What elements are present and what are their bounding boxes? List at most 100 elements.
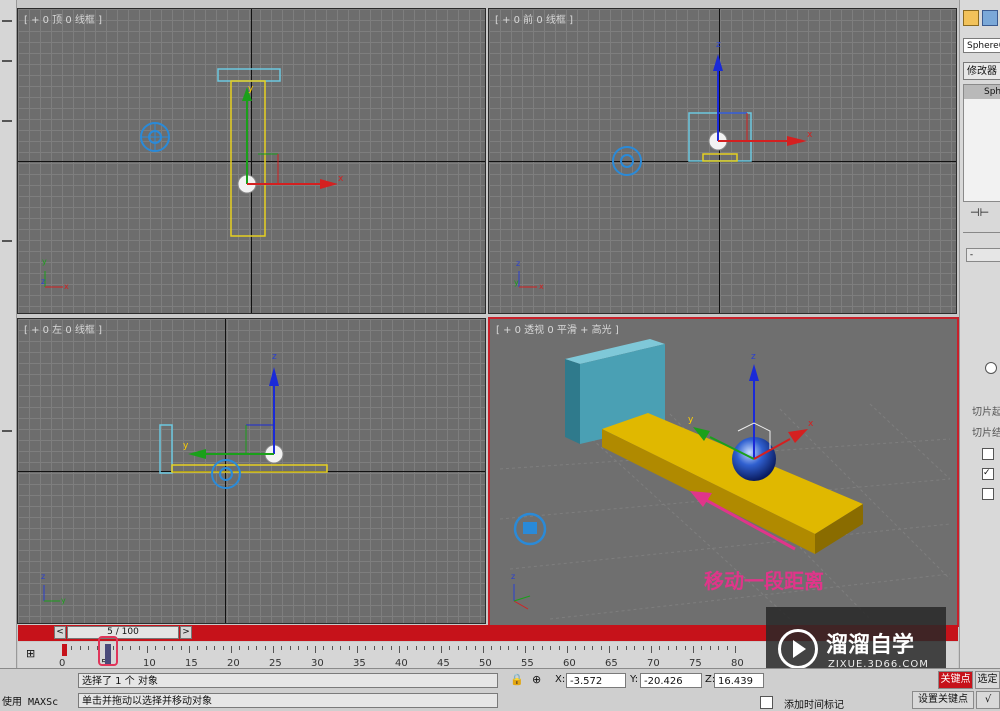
time-tag-icon[interactable] xyxy=(760,696,773,709)
toolbar-mark xyxy=(2,120,12,122)
add-time-tag[interactable]: 添加时间标记 xyxy=(784,696,844,711)
y-coordinate-field[interactable]: -20.426 xyxy=(640,673,702,688)
x-label: X: xyxy=(555,674,566,685)
timeline-tick xyxy=(634,646,636,650)
viewport-perspective[interactable]: [ + 0 透视 0 平滑 + 高光 ] z y x z 移动一段距离 xyxy=(488,317,959,627)
svg-text:z: z xyxy=(516,259,520,268)
pin-stack-icon[interactable]: ⊣⊢ xyxy=(970,206,989,219)
timeline-tick xyxy=(189,646,190,653)
rollout-header[interactable]: - xyxy=(966,248,1000,262)
curve-editor-icon[interactable]: ⊞ xyxy=(26,647,44,661)
timeline-tick xyxy=(172,646,174,650)
modify-tab-icon[interactable] xyxy=(982,10,998,26)
svg-text:z: z xyxy=(511,572,515,581)
z-coordinate-field[interactable]: 16.439 xyxy=(714,673,764,688)
timeline-tick xyxy=(474,646,476,650)
annotation-text: 移动一段距离 xyxy=(704,569,824,593)
status-bar: 使用 MAXSc 选择了 1 个 对象 单击并拖动以选择并移动对象 🔒 ⊕ X:… xyxy=(0,668,1000,711)
timeline-tick xyxy=(214,646,216,650)
slice-from-label: 切片起 xyxy=(972,407,1000,418)
timeline-tick xyxy=(298,646,300,650)
modifier-list-dropdown[interactable]: 修改器 xyxy=(963,62,1000,80)
svg-text:z: z xyxy=(272,352,277,362)
selected-dropdown[interactable]: 选定 xyxy=(975,671,1000,689)
checkbox[interactable] xyxy=(982,488,994,500)
auto-key-button[interactable]: 关键点 xyxy=(938,671,973,689)
set-key-button[interactable]: 设置关键点 xyxy=(912,691,974,709)
viewport-left[interactable]: [ + 0 左 0 线框 ] z y z y xyxy=(17,318,486,624)
svg-text:y: y xyxy=(688,415,694,425)
timeline-tick xyxy=(357,646,358,653)
timeline-tick xyxy=(155,646,157,650)
timeline-tick xyxy=(256,646,258,650)
timeline-tick xyxy=(71,646,73,650)
timeline-tick xyxy=(79,646,81,650)
lock-selection-icon[interactable]: 🔒 xyxy=(510,673,524,686)
modifier-stack[interactable]: Sph xyxy=(963,84,1000,202)
timeline-tick xyxy=(407,646,409,650)
viewport-top[interactable]: [ + 0 顶 0 线框 ] y x y x z xyxy=(17,8,486,314)
slice-to-label: 切片结 xyxy=(972,428,1000,439)
timeline-tick xyxy=(592,646,594,650)
timeline-tick xyxy=(88,646,90,650)
timeline-tick xyxy=(735,646,736,653)
front-view-scene: z x z x y xyxy=(514,40,813,291)
timeline-tick xyxy=(449,646,451,650)
timeline-tick xyxy=(239,646,241,650)
y-label: Y: xyxy=(630,674,639,685)
left-view-scene: z y z y xyxy=(41,352,328,605)
selection-status: 选择了 1 个 对象 xyxy=(78,673,498,688)
key-filters-icon[interactable]: √ xyxy=(976,691,1000,709)
timeline-tick xyxy=(541,646,543,650)
timeline-tick xyxy=(222,646,224,650)
radio-button[interactable] xyxy=(985,362,997,374)
time-slider-thumb[interactable]: 5 / 100 xyxy=(67,626,179,639)
timeline-tick xyxy=(701,646,703,650)
absolute-mode-icon[interactable]: ⊕ xyxy=(532,673,541,686)
timeline-tick xyxy=(558,646,560,650)
timeline-tick xyxy=(273,646,274,653)
timeline-tick xyxy=(667,646,669,650)
timeline-tick xyxy=(718,646,720,650)
timeline-tick xyxy=(424,646,426,650)
timeline-tick xyxy=(651,646,652,653)
timeline-tick xyxy=(491,646,493,650)
timeline-tick xyxy=(306,646,308,650)
timeline-tick xyxy=(121,646,123,650)
timeline-tick xyxy=(525,646,526,653)
timeline-tick xyxy=(499,646,501,650)
left-toolbar-strip xyxy=(0,0,17,668)
object-name-field[interactable]: Sphere0 xyxy=(963,38,1000,53)
svg-text:y: y xyxy=(42,257,47,266)
next-frame-button[interactable]: > xyxy=(180,626,192,639)
timeline-tick xyxy=(508,646,510,650)
create-tab-icon[interactable] xyxy=(963,10,979,26)
checkbox[interactable] xyxy=(982,448,994,460)
maxscript-listener[interactable]: 使用 MAXSc xyxy=(2,693,58,708)
prompt-line: 单击并拖动以选择并移动对象 xyxy=(78,693,498,708)
viewport-front[interactable]: [ + 0 前 0 线框 ] z x z x y xyxy=(488,8,957,314)
timeline-tick xyxy=(684,646,686,650)
timeline-tick xyxy=(432,646,434,650)
svg-text:x: x xyxy=(338,174,344,184)
timeline-tick xyxy=(382,646,384,650)
svg-text:z: z xyxy=(751,352,756,362)
svg-text:y: y xyxy=(248,84,254,94)
track-ticks: 05101520253035404550556065707580 xyxy=(59,646,783,669)
timeline-tick xyxy=(289,646,291,650)
svg-text:y: y xyxy=(514,278,519,287)
timeline-tick xyxy=(575,646,577,650)
timeline-tick xyxy=(676,646,678,650)
timeline-tick xyxy=(247,646,249,650)
x-coordinate-field[interactable]: -3.572 xyxy=(566,673,626,688)
timeline-tick xyxy=(583,646,585,650)
command-panel: Sphere0 修改器 Sph ⊣⊢ - 切片起 切片结 ✓ xyxy=(959,0,1000,668)
keyframe-marker[interactable] xyxy=(62,644,67,656)
checkbox-checked[interactable]: ✓ xyxy=(982,468,994,480)
top-view-scene: y x y x z xyxy=(41,68,344,291)
timeline-tick xyxy=(659,646,661,650)
timeline-tick xyxy=(533,646,535,650)
prev-frame-button[interactable]: < xyxy=(54,626,66,639)
stack-item[interactable]: Sph xyxy=(964,85,1000,99)
timeline-tick xyxy=(399,646,400,653)
